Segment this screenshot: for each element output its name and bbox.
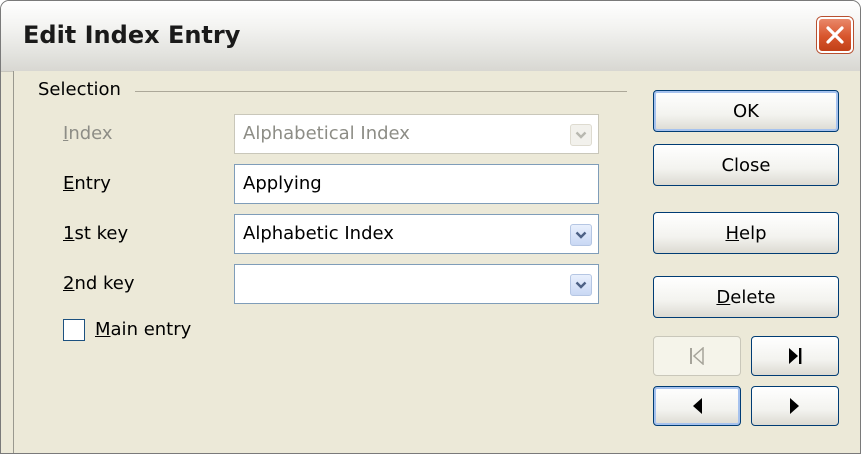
first-key-combobox[interactable]: Alphabetic Index [234, 214, 599, 254]
previous-arrow-icon [693, 398, 702, 414]
title-bar[interactable]: Edit Index Entry [1, 1, 860, 72]
dialog-title: Edit Index Entry [23, 21, 241, 49]
index-label-rest: ndex [68, 123, 113, 144]
first-key-label: 1st key [63, 223, 129, 244]
ok-button-label: OK [733, 101, 759, 122]
chevron-down-icon [575, 131, 587, 139]
last-entry-button[interactable] [751, 336, 839, 376]
skip-to-last-icon [789, 348, 802, 364]
previous-entry-button[interactable] [653, 386, 741, 426]
edit-index-entry-dialog: Edit Index Entry Selection Index Alphabe… [0, 0, 861, 454]
chevron-down-icon [575, 231, 587, 239]
first-key-dropdown-button[interactable] [570, 224, 592, 246]
second-key-label: 2nd key [63, 273, 135, 294]
selection-group-label: Selection [38, 79, 121, 100]
selection-group-divider [135, 91, 627, 92]
close-window-button[interactable] [817, 17, 853, 53]
second-key-dropdown-button[interactable] [570, 274, 592, 296]
main-entry-label[interactable]: Main entry [95, 319, 191, 340]
close-button-label: Close [721, 155, 771, 176]
index-select-value: Alphabetical Index [243, 123, 410, 144]
entry-input-value: Applying [243, 173, 322, 194]
main-entry-checkbox[interactable] [63, 319, 85, 341]
close-x-icon [826, 26, 844, 44]
index-dropdown-button [570, 124, 592, 146]
first-key-value: Alphabetic Index [243, 223, 394, 244]
second-key-combobox[interactable] [234, 264, 599, 304]
help-button[interactable]: Help [653, 212, 839, 254]
first-entry-button [653, 336, 741, 376]
delete-button-label: Delete [716, 287, 776, 308]
close-button[interactable]: Close [653, 144, 839, 186]
chevron-down-icon [575, 281, 587, 289]
ok-button[interactable]: OK [653, 90, 839, 132]
entry-input[interactable]: Applying [234, 164, 599, 204]
next-arrow-icon [790, 398, 799, 414]
delete-button[interactable]: Delete [653, 276, 839, 318]
index-select: Alphabetical Index [234, 114, 599, 154]
index-label: Index [63, 123, 113, 144]
skip-to-first-icon [690, 347, 704, 365]
help-button-label: Help [725, 223, 767, 244]
next-entry-button[interactable] [751, 386, 839, 426]
entry-label: Entry [63, 173, 111, 194]
